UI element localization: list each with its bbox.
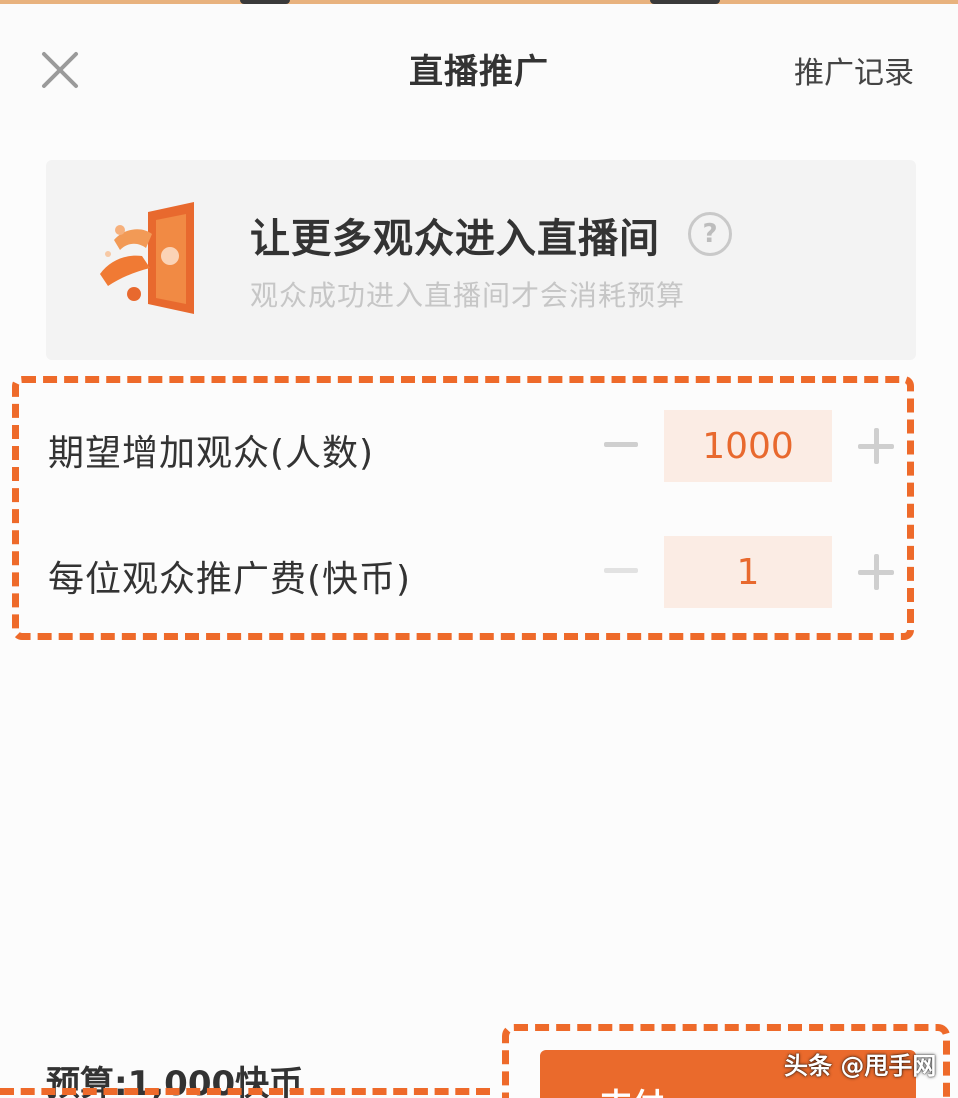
viewers-increment-button[interactable] <box>858 428 894 464</box>
expected-viewers-label: 期望增加观众(人数) <box>48 433 375 474</box>
fee-decrement-button[interactable] <box>604 568 638 573</box>
fee-per-viewer-row: 每位观众推广费(快币) 1 <box>48 532 908 612</box>
watermark: 头条 @甩手网 <box>784 1052 937 1080</box>
live-promotion-page: 直播推广 推广记录 让更多观众进入直播间 ? 观众成功进入直播间才会消耗预算 期… <box>0 0 958 1098</box>
rocket-door-icon <box>100 202 194 314</box>
fee-increment-button[interactable] <box>858 554 894 590</box>
budget-highlight-frame <box>0 1088 490 1098</box>
promo-title: 让更多观众进入直播间 <box>250 216 660 262</box>
pay-button-label: 支付 <box>600 1086 664 1098</box>
viewers-value-input[interactable]: 1000 <box>664 410 832 482</box>
promo-card: 让更多观众进入直播间 ? 观众成功进入直播间才会消耗预算 <box>46 160 916 360</box>
viewers-decrement-button[interactable] <box>604 442 638 447</box>
fee-per-viewer-label: 每位观众推广费(快币) <box>48 559 412 600</box>
help-icon[interactable]: ? <box>688 212 732 256</box>
header: 直播推广 推广记录 <box>0 4 958 130</box>
expected-viewers-row: 期望增加观众(人数) 1000 <box>48 406 908 486</box>
fee-value-input[interactable]: 1 <box>664 536 832 608</box>
promotion-record-link[interactable]: 推广记录 <box>794 48 914 92</box>
promo-subtitle: 观众成功进入直播间才会消耗预算 <box>250 279 686 312</box>
